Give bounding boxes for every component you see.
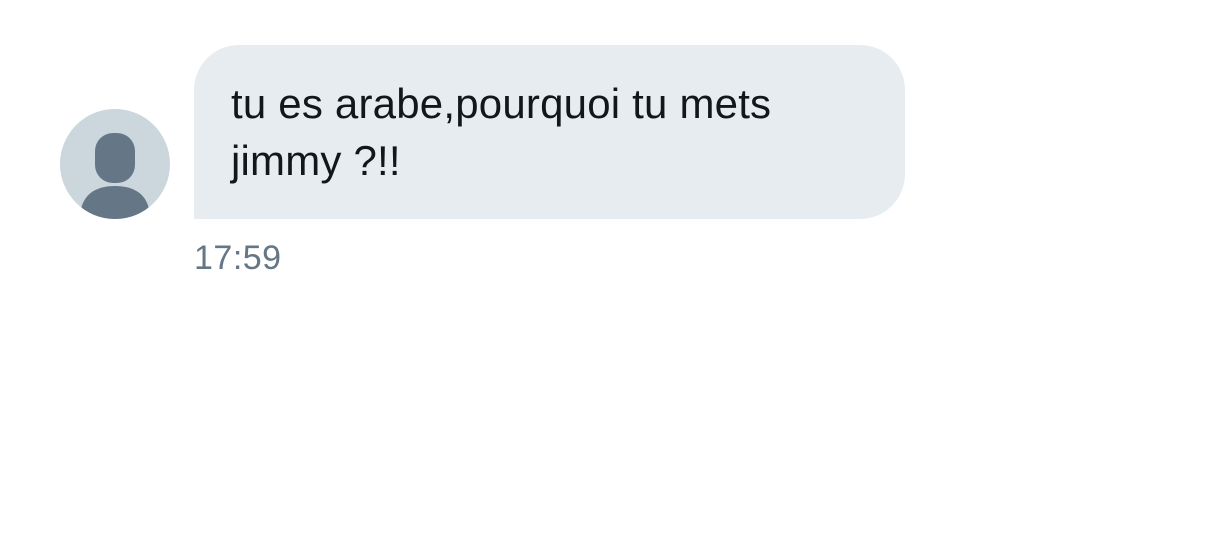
- message-text: tu es arabe,pourquoi tu mets jimmy ?!!: [231, 80, 772, 184]
- message-bubble[interactable]: tu es arabe,pourquoi tu mets jimmy ?!!: [194, 45, 905, 219]
- sender-avatar[interactable]: [60, 109, 170, 219]
- message-timestamp: 17:59: [194, 239, 282, 277]
- default-user-icon: [80, 133, 150, 219]
